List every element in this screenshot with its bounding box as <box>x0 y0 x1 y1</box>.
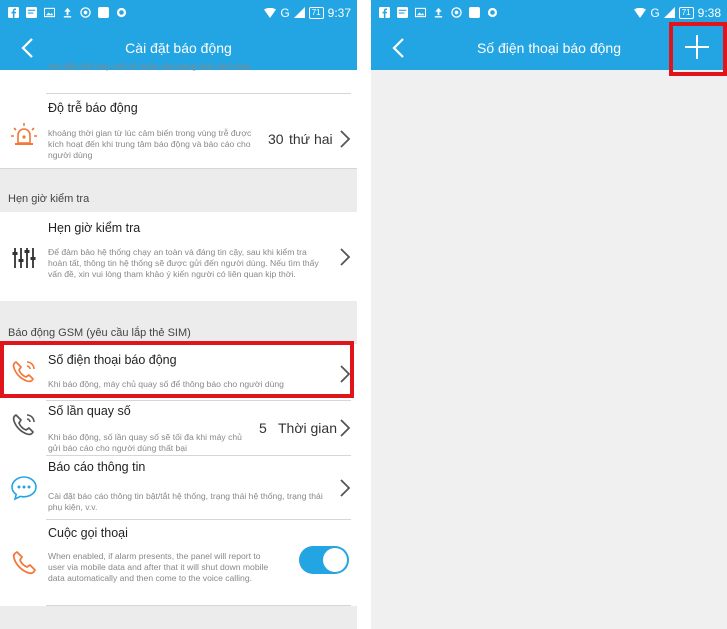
section-check-timer: Hẹn giờ kiểm tra <box>8 193 90 205</box>
alarm-phone-desc: Khi báo động, máy chủ quay số để thông b… <box>48 379 284 389</box>
status-time: 9:38 <box>697 5 721 20</box>
facebook-icon <box>8 7 19 18</box>
image-icon <box>44 7 55 18</box>
upload-icon <box>63 7 72 18</box>
facebook-icon <box>379 7 390 18</box>
chevron-right-icon <box>340 365 351 383</box>
alarm-phone-screen: G 71 9:38 Số điện thoại báo động <box>371 0 727 629</box>
network-type: G <box>280 5 290 20</box>
battery-indicator: 71 <box>678 6 694 19</box>
dial-count-desc: Khi báo động, số lần quay số sẽ tối đa k… <box>48 432 242 453</box>
title-bar: Số điện thoại báo động <box>371 25 727 70</box>
phone-icon <box>12 551 36 575</box>
siren-icon <box>11 123 37 145</box>
message-icon <box>26 7 37 18</box>
camera-icon <box>487 7 498 18</box>
back-button[interactable] <box>16 35 42 61</box>
status-time: 9:37 <box>327 5 351 20</box>
alarm-phone-row[interactable]: Số điện thoại báo động Khi báo động, máy… <box>0 344 357 401</box>
settings-list[interactable]: cho đến khi máy chủ trì hoãn vào trạng t… <box>0 61 357 629</box>
phone-number-list <box>371 70 727 629</box>
upload-icon <box>434 7 443 18</box>
check-timer-title: Hẹn giờ kiểm tra <box>48 221 141 235</box>
voice-call-title: Cuộc gọi thoại <box>48 526 128 540</box>
voice-call-toggle[interactable] <box>299 546 349 574</box>
status-bar: G 71 9:37 <box>0 0 357 25</box>
signal-icon <box>293 7 305 18</box>
battery-indicator: 71 <box>308 6 324 19</box>
phone-ringing-icon <box>12 361 35 383</box>
page-title: Số điện thoại báo động <box>476 39 621 56</box>
chat-bubble-icon <box>11 476 37 501</box>
chevron-right-icon <box>340 248 351 266</box>
alarm-settings-screen: G 71 9:37 Cài đặt báo động cho đến khi m… <box>0 0 357 629</box>
camera-icon <box>116 7 127 18</box>
dial-count-unit: Thời gian <box>278 420 337 436</box>
dial-count-title: Số lần quay số <box>48 404 131 418</box>
dial-count-row[interactable]: Số lần quay số Khi báo động, số lần quay… <box>0 401 357 456</box>
message-icon <box>397 7 408 18</box>
status-bar: G 71 9:38 <box>371 0 727 25</box>
alarm-delay-row[interactable]: Độ trễ báo động khoảng thời gian từ lúc … <box>0 94 357 169</box>
chevron-right-icon <box>340 130 351 148</box>
alarm-delay-value: 30 <box>268 131 284 147</box>
add-button[interactable] <box>681 31 713 63</box>
alarm-delay-unit: thứ hai <box>289 131 333 147</box>
alarm-phone-title: Số điện thoại báo động <box>48 353 177 367</box>
partial-setting-row[interactable]: cho đến khi máy chủ trì hoãn vào trạng t… <box>0 61 357 94</box>
check-timer-row[interactable]: Hẹn giờ kiểm tra Để đảm bảo hệ thống chạ… <box>0 212 357 301</box>
partial-row-desc: cho đến khi máy chủ trì hoãn vào trạng t… <box>48 61 253 71</box>
info-report-desc: Cài đặt báo cáo thông tin bật/tắt hệ thố… <box>48 491 323 512</box>
toggle-knob <box>323 548 347 572</box>
phone-ringing-icon <box>12 414 35 436</box>
app-square-icon <box>469 7 480 18</box>
info-report-row[interactable]: Báo cáo thông tin Cài đặt báo cáo thông … <box>0 456 357 520</box>
chevron-right-icon <box>340 419 351 437</box>
info-report-title: Báo cáo thông tin <box>48 460 146 474</box>
dial-count-value: 5 <box>259 420 267 436</box>
signal-icon <box>663 7 675 18</box>
chevron-right-icon <box>340 479 351 497</box>
target-icon <box>451 7 462 18</box>
image-icon <box>415 7 426 18</box>
check-timer-desc: Để đảm bảo hệ thống chạy an toàn và đáng… <box>48 247 319 279</box>
page-title: Cài đặt báo động <box>125 39 232 56</box>
wifi-icon <box>264 7 277 18</box>
alarm-delay-title: Độ trễ báo động <box>48 101 138 115</box>
voice-call-desc: When enabled, if alarm presents, the pan… <box>48 551 269 583</box>
back-button[interactable] <box>387 35 413 61</box>
network-type: G <box>650 5 660 20</box>
target-icon <box>80 7 91 18</box>
app-square-icon <box>98 7 109 18</box>
alarm-delay-desc: khoảng thời gian từ lúc cảm biến trong v… <box>48 128 252 160</box>
wifi-icon <box>634 7 647 18</box>
section-gsm-alarm: Báo động GSM (yêu cầu lắp thẻ SIM) <box>8 327 191 339</box>
sliders-icon <box>12 248 36 268</box>
